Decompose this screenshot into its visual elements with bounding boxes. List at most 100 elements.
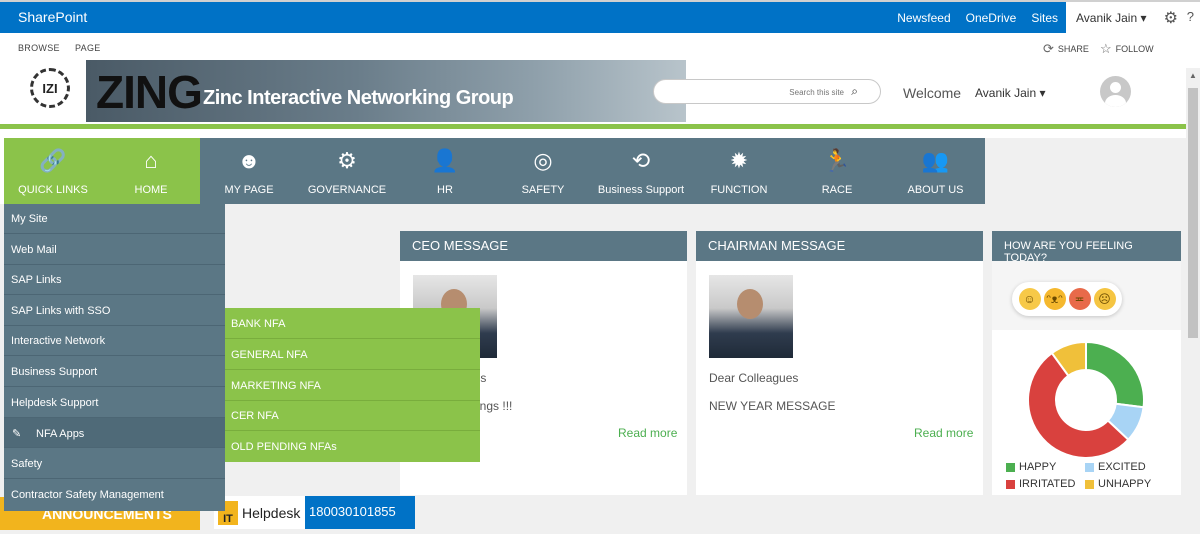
- quick-link-sap-links-sso[interactable]: SAP Links with SSO: [4, 296, 225, 326]
- nfa-submenu: BANK NFA GENERAL NFA MARKETING NFA CER N…: [225, 308, 480, 462]
- nfa-old-pending[interactable]: OLD PENDING NFAs: [225, 431, 480, 462]
- onedrive-link[interactable]: OneDrive: [966, 11, 1017, 25]
- header-user-menu[interactable]: Avanik Jain ▾: [975, 86, 1046, 100]
- angry-icon[interactable]: ≖: [1068, 288, 1091, 310]
- quick-link-web-mail[interactable]: Web Mail: [4, 235, 225, 265]
- avatar[interactable]: [1100, 76, 1131, 107]
- legend-swatch-happy: [1006, 462, 1015, 472]
- it-helpdesk-logo[interactable]: IT Helpdesk: [214, 496, 305, 529]
- avatar-body: [1105, 95, 1126, 107]
- search-input[interactable]: [664, 84, 844, 100]
- nfa-bank[interactable]: BANK NFA: [225, 308, 480, 339]
- legend-swatch-irritated: [1006, 479, 1015, 489]
- legend-label-unhappy: UNHAPPY: [1098, 478, 1152, 490]
- quick-link-interactive-network[interactable]: Interactive Network: [4, 326, 225, 356]
- nav-label-my-page: MY PAGE: [224, 184, 274, 196]
- nav-label-function: FUNCTION: [710, 184, 768, 196]
- nav-label-quick-links: QUICK LINKS: [18, 184, 88, 196]
- ribbon: BROWSE PAGE ⟳ SHARE ☆ FOLLOW: [0, 33, 1200, 60]
- settings-gear-icon[interactable]: ⚙: [1164, 8, 1178, 28]
- chairman-read-more-link[interactable]: Read more: [914, 426, 973, 440]
- helpdesk-phone-number[interactable]: 180030101855: [305, 496, 415, 529]
- nav-label-governance: GOVERNANCE: [307, 184, 387, 196]
- scroll-up-arrow-icon[interactable]: ▲: [1189, 71, 1197, 80]
- nav-label-safety: SAFETY: [521, 184, 565, 196]
- laugh-icon[interactable]: ᵔᴥᵔ: [1043, 288, 1066, 310]
- nav-label-about-us: ABOUT US: [907, 184, 964, 196]
- chairman-subject: NEW YEAR MESSAGE: [709, 399, 836, 413]
- feeling-poll-title: HOW ARE YOU FEELING TODAY?: [992, 231, 1181, 264]
- sad-icon[interactable]: ☹: [1093, 288, 1116, 310]
- quick-link-contractor-safety[interactable]: Contractor Safety Management: [4, 480, 225, 510]
- search-icon[interactable]: ⌕: [851, 84, 858, 99]
- nav-governance[interactable]: ⚙ GOVERNANCE: [298, 138, 396, 204]
- star-icon: ☆: [1100, 41, 1112, 56]
- person-icon: 👤: [431, 148, 459, 173]
- main-navigation: 🔗 QUICK LINKS ⌂ HOME ☻ MY PAGE ⚙ GOVERNANCE …: [4, 138, 985, 204]
- nav-label-business-support: Business Support: [597, 184, 685, 196]
- page-scrollbar[interactable]: ▲: [1186, 68, 1200, 534]
- handshake-icon: ⟲: [631, 148, 651, 173]
- nfa-general[interactable]: GENERAL NFA: [225, 339, 480, 370]
- legend-happy: HAPPY: [1006, 461, 1056, 473]
- site-tagline: Zinc Interactive Networking Group: [203, 87, 514, 109]
- legend-label-excited: EXCITED: [1098, 461, 1146, 473]
- edit-icon: ✎: [12, 428, 22, 440]
- chairman-message-title: CHAIRMAN MESSAGE: [696, 231, 983, 261]
- helpdesk-label: Helpdesk: [242, 504, 301, 521]
- zing-logo-text: ZING: [96, 66, 203, 118]
- scroll-thumb[interactable]: [1188, 88, 1198, 338]
- chairman-photo[interactable]: [709, 275, 793, 358]
- newsfeed-link[interactable]: Newsfeed: [897, 11, 950, 25]
- nav-quick-links[interactable]: 🔗 QUICK LINKS: [4, 138, 102, 204]
- share-button[interactable]: ⟳ SHARE: [1043, 41, 1089, 57]
- nav-right-filler: [985, 138, 1186, 204]
- tab-browse[interactable]: BROWSE: [18, 43, 60, 53]
- zing-logo[interactable]: ZING: [96, 65, 203, 119]
- help-icon[interactable]: ?: [1187, 9, 1194, 24]
- quick-link-nfa-apps[interactable]: ✎ NFA Apps: [4, 418, 225, 448]
- follow-label: FOLLOW: [1115, 44, 1154, 54]
- emoji-reaction-bar: ☺ ᵔᴥᵔ ≖ ☹: [1012, 282, 1122, 316]
- nav-home[interactable]: ⌂ HOME: [102, 138, 200, 204]
- company-emblem-logo[interactable]: IZI: [30, 68, 70, 108]
- nav-label-hr: HR: [437, 184, 453, 196]
- donut-slice-happy[interactable]: [1085, 340, 1145, 409]
- nav-label-race: RACE: [821, 184, 853, 196]
- legend-irritated: IRRITATED: [1006, 478, 1075, 490]
- quick-link-my-site[interactable]: My Site: [4, 204, 225, 234]
- ceo-read-more-link[interactable]: Read more: [618, 426, 677, 440]
- sharepoint-brand[interactable]: SharePoint: [18, 9, 87, 25]
- ceo-message-title: CEO MESSAGE: [400, 231, 687, 261]
- nav-hr[interactable]: 👤 HR: [396, 138, 494, 204]
- welcome-text: Welcome: [903, 85, 962, 101]
- quick-link-safety[interactable]: Safety: [4, 449, 225, 479]
- quick-link-helpdesk-support[interactable]: Helpdesk Support: [4, 388, 225, 418]
- sites-link[interactable]: Sites: [1031, 11, 1058, 25]
- legend-label-happy: HAPPY: [1019, 461, 1057, 473]
- tab-page[interactable]: PAGE: [75, 43, 101, 53]
- nav-about-us[interactable]: 👥 ABOUT US: [886, 138, 985, 204]
- chairman-face: [737, 289, 763, 319]
- suite-user-menu[interactable]: Avanik Jain ▾: [1076, 11, 1147, 25]
- nav-race[interactable]: 🏃 RACE: [788, 138, 886, 204]
- running-icon: 🏃: [823, 148, 851, 173]
- nfa-marketing[interactable]: MARKETING NFA: [225, 370, 480, 401]
- nav-my-page[interactable]: ☻ MY PAGE: [200, 138, 298, 204]
- nav-function[interactable]: ✹ FUNCTION: [690, 138, 788, 204]
- quick-link-business-support[interactable]: Business Support: [4, 357, 225, 387]
- gear-icon: ✹: [729, 148, 749, 173]
- feeling-donut-chart: [1027, 340, 1145, 459]
- nfa-cer[interactable]: CER NFA: [225, 400, 480, 431]
- nav-safety[interactable]: ◎ SAFETY: [494, 138, 592, 204]
- suite-user-name: Avanik Jain: [1076, 11, 1138, 25]
- nav-business-support[interactable]: ⟲ Business Support: [592, 138, 690, 204]
- chairman-greeting: Dear Colleagues: [709, 371, 799, 385]
- smile-icon[interactable]: ☺: [1018, 288, 1041, 310]
- home-icon: ⌂: [144, 148, 158, 173]
- legend-swatch-unhappy: [1085, 479, 1094, 489]
- follow-button[interactable]: ☆ FOLLOW: [1100, 41, 1154, 57]
- legend-label-irritated: IRRITATED: [1019, 478, 1076, 490]
- user-headset-icon: ☻: [237, 148, 261, 173]
- quick-link-sap-links[interactable]: SAP Links: [4, 265, 225, 295]
